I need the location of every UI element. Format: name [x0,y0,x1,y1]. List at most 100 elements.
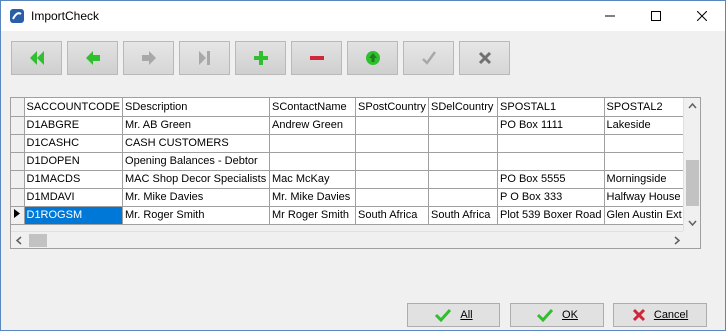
all-button[interactable]: All [407,303,500,327]
table-cell[interactable]: Mr Roger Smith [269,206,357,225]
table-row-selected[interactable]: D1ROGSM Mr. Roger Smith Mr Roger Smith S… [11,206,694,225]
maximize-button[interactable] [633,1,679,31]
next-record-icon [141,51,156,65]
minimize-icon [605,15,615,17]
scroll-left-icon[interactable] [11,232,28,249]
table-cell[interactable]: Lakeside [604,116,694,135]
table-row[interactable]: D1DOPEN Opening Balances - Debtor [11,152,694,171]
table-cell[interactable] [604,152,694,171]
scrollbar-corner [683,231,700,248]
table-row[interactable]: D1MACDS MAC Shop Decor Specialists Mac M… [11,170,694,189]
horizontal-scroll-thumb[interactable] [29,234,47,247]
table-cell[interactable] [269,152,357,171]
row-indicator [11,170,25,189]
table-cell[interactable] [428,134,499,153]
table-cell[interactable]: Halfway House [604,188,694,207]
table-cell[interactable]: PO Box 5555 [497,170,605,189]
table-cell[interactable] [355,116,430,135]
table-cell[interactable] [355,134,430,153]
scroll-up-icon[interactable] [684,98,701,115]
row-indicator [11,206,25,225]
data-grid: SACCOUNTCODE SDescription SContactName S… [10,97,701,249]
table-cell[interactable]: Mr. AB Green [122,116,271,135]
app-icon [9,8,25,24]
ok-button[interactable]: OK [510,303,604,327]
column-header[interactable]: SContactName [269,98,357,117]
table-cell[interactable] [428,170,499,189]
vertical-scroll-thumb[interactable] [686,160,699,206]
table-cell[interactable]: Mr. Mike Davies [269,188,357,207]
edit-record-button[interactable] [347,41,398,75]
close-button[interactable] [679,1,725,31]
close-icon [697,11,707,21]
scroll-down-icon[interactable] [684,214,701,231]
insert-record-button[interactable] [235,41,286,75]
table-cell[interactable] [497,152,605,171]
table-cell[interactable] [355,152,430,171]
delete-record-button[interactable] [291,41,342,75]
post-edit-button[interactable] [403,41,454,75]
column-header[interactable]: SACCOUNTCODE [24,98,124,117]
table-row[interactable]: D1MDAVI Mr. Mike Davies Mr. Mike Davies … [11,188,694,207]
first-record-button[interactable] [11,41,62,75]
table-cell[interactable]: D1CASHC [24,134,124,153]
table-cell[interactable]: D1MACDS [24,170,124,189]
table-cell[interactable]: D1MDAVI [24,188,124,207]
table-cell[interactable] [497,134,605,153]
cancel-edit-button[interactable] [459,41,510,75]
table-cell[interactable] [269,134,357,153]
table-cell[interactable]: Andrew Green [269,116,357,135]
table-cell[interactable] [428,116,499,135]
column-header[interactable]: SDelCountry [428,98,499,117]
prior-record-button[interactable] [67,41,118,75]
column-header[interactable]: SDescription [122,98,271,117]
column-header[interactable]: SPostCountry [355,98,430,117]
navigator-toolbar [11,41,515,75]
indicator-header [11,98,25,117]
table-cell[interactable] [428,188,499,207]
minimize-button[interactable] [587,1,633,31]
table-cell[interactable]: Mr. Roger Smith [122,206,271,225]
table-cell[interactable]: Morningside [604,170,694,189]
table-cell[interactable]: Plot 539 Boxer Road [497,206,605,225]
table-cell[interactable]: MAC Shop Decor Specialists [122,170,271,189]
table-cell[interactable]: D1ROGSM [24,206,124,225]
horizontal-scrollbar[interactable] [11,231,685,248]
edit-record-icon [365,51,380,65]
checkmark-icon [536,308,554,322]
import-check-window: ImportCheck SACCOUNTCODE SDescription SC… [0,0,726,331]
table-row[interactable]: D1CASHC CASH CUSTOMERS [11,134,694,153]
column-header[interactable]: SPOSTAL1 [497,98,605,117]
table-cell[interactable]: P O Box 333 [497,188,605,207]
last-record-button[interactable] [179,41,230,75]
all-button-label: All [460,309,473,321]
table-cell[interactable] [355,170,430,189]
last-record-icon [198,51,210,65]
table-cell[interactable]: D1DOPEN [24,152,124,171]
table-cell[interactable] [604,134,694,153]
table-cell[interactable]: PO Box 1111 [497,116,605,135]
vertical-scrollbar[interactable] [683,98,700,231]
ok-button-label: OK [562,309,578,321]
table-cell[interactable]: Opening Balances - Debtor [122,152,271,171]
table-cell[interactable]: Mac McKay [269,170,357,189]
header-row: SACCOUNTCODE SDescription SContactName S… [11,98,694,117]
delete-record-icon [309,56,324,60]
next-record-button[interactable] [123,41,174,75]
table-cell[interactable]: CASH CUSTOMERS [122,134,271,153]
checkmark-icon [435,308,452,322]
table-row[interactable]: D1ABGRE Mr. AB Green Andrew Green PO Box… [11,116,694,135]
table-cell[interactable]: Glen Austin Ext 3 [604,206,694,225]
table-cell[interactable]: Mr. Mike Davies [122,188,271,207]
maximize-icon [651,11,661,21]
table-cell[interactable] [355,188,430,207]
table-cell[interactable] [428,152,499,171]
table-cell[interactable]: South Africa [355,206,430,225]
column-header[interactable]: SPOSTAL2 [604,98,694,117]
cancel-x-icon [632,308,645,322]
table-cell[interactable]: D1ABGRE [24,116,124,135]
cancel-button[interactable]: Cancel [613,303,707,327]
insert-record-icon [253,51,268,65]
table-cell[interactable]: South Africa [428,206,499,225]
window-title: ImportCheck [31,9,100,23]
